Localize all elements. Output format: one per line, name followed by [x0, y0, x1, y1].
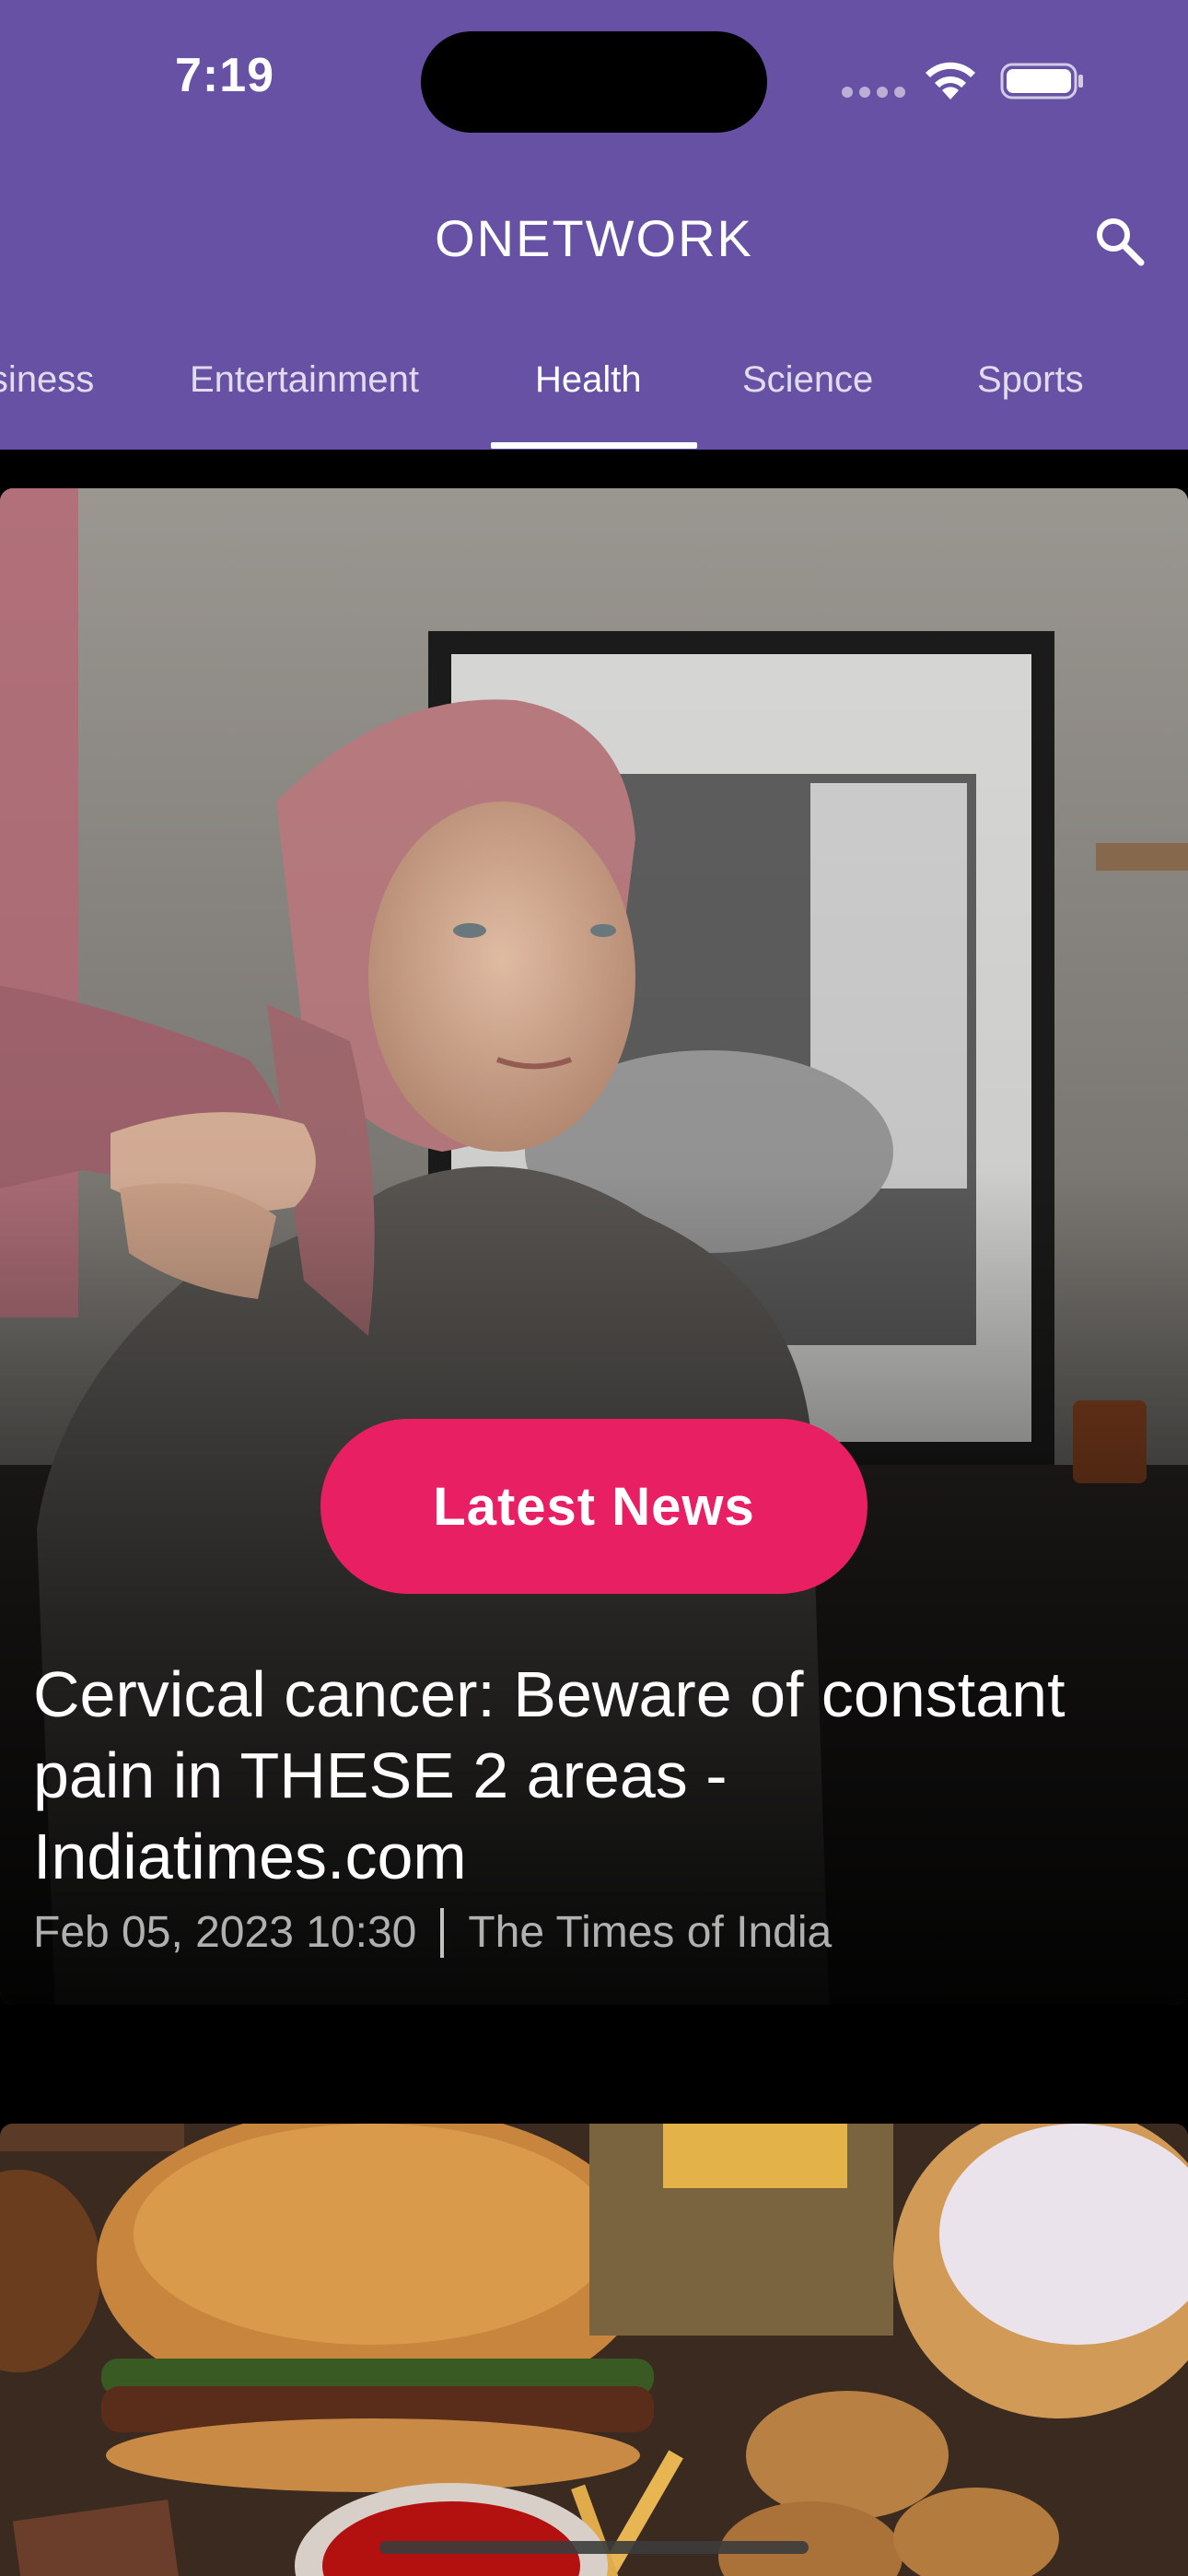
status-time: 7:19 — [175, 49, 275, 102]
tab-health[interactable]: Health — [535, 359, 642, 401]
tab-entertainment[interactable]: Entertainment — [190, 359, 419, 401]
app-header: 7:19 ONETWORK Business — [0, 0, 1188, 450]
signal-icon — [842, 87, 906, 98]
app-title: ONETWORK — [435, 209, 753, 267]
home-indicator[interactable] — [379, 2541, 809, 2554]
article-source: The Times of India — [468, 1908, 833, 1957]
tab-business[interactable]: Business — [0, 359, 94, 401]
tab-science[interactable]: Science — [742, 359, 873, 401]
search-icon — [1097, 218, 1145, 266]
screen: 7:19 ONETWORK Business — [0, 0, 1188, 2576]
article-date: Feb 05, 2023 10:30 — [33, 1908, 417, 1957]
article-title: Cervical cancer: Beware of constant pain… — [33, 1658, 1066, 1892]
article-image — [0, 2124, 1188, 2576]
status-bar: 7:19 — [0, 0, 1188, 157]
tab-sports[interactable]: Sports — [977, 359, 1084, 401]
search-button[interactable] — [1089, 210, 1151, 273]
latest-news-badge[interactable]: Latest News — [320, 1419, 868, 1594]
article-card[interactable] — [0, 2124, 1188, 2576]
battery-icon — [1000, 63, 1083, 100]
wifi-icon — [926, 62, 975, 100]
dynamic-island — [421, 31, 767, 133]
meta-divider — [440, 1907, 445, 1958]
article-card[interactable]: Latest News Cervical cancer: Beware of c… — [0, 488, 1188, 2005]
tab-active-indicator — [491, 442, 697, 449]
category-tabs: Business Entertainment Health Science Sp… — [0, 348, 1188, 450]
article-meta: Feb 05, 2023 10:30 The Times of India — [33, 1907, 832, 1958]
